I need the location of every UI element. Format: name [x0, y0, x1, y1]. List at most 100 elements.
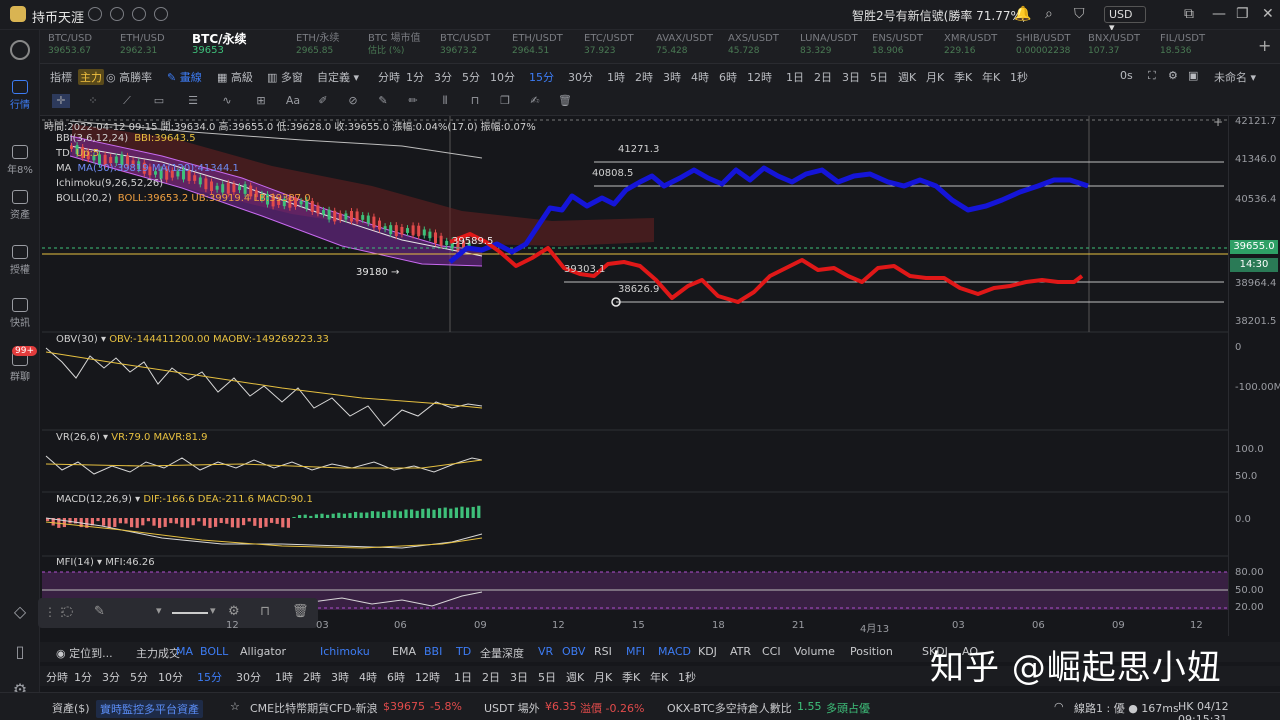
indicator-toggle-13[interactable]: MFI [626, 645, 645, 658]
toolbar-item-6[interactable]: 自定義 ▾ [317, 69, 359, 85]
trash-icon[interactable]: 🗑 [292, 604, 309, 619]
pattern-tool-icon[interactable]: ⊘ [344, 94, 362, 108]
hlines-tool-icon[interactable]: ☰ [184, 94, 202, 108]
indicator-toggle-1[interactable]: 主力成交 [136, 645, 180, 661]
toolbar-item-17[interactable]: 4時 [691, 69, 709, 85]
wave-tool-icon[interactable]: ∿ [218, 94, 236, 108]
timeframe-10[interactable]: 4時 [359, 669, 377, 685]
indicator-toggle-3[interactable]: BOLL [200, 645, 228, 658]
signal-notice[interactable]: 智胜2号有新信號(勝率 71.77%) [852, 7, 1027, 24]
brush-tool-icon[interactable]: ✐ [314, 94, 332, 108]
toolbar-item-2[interactable]: ◎ 高勝率 [106, 69, 152, 85]
timeframe-18[interactable]: 月K [594, 669, 612, 685]
indicator-toggle-6[interactable]: EMA [392, 645, 416, 658]
pencil-icon[interactable]: ✎ [94, 604, 105, 619]
rect-tool-icon[interactable]: ▭ [150, 94, 168, 108]
expand-icon[interactable]: ⛶ [1148, 69, 1156, 83]
indicator-toggle-2[interactable]: MA [176, 645, 193, 658]
timeframe-9[interactable]: 3時 [331, 669, 349, 685]
timeframe-1[interactable]: 1分 [74, 669, 92, 685]
lock-icon[interactable]: ⊓ [260, 604, 270, 619]
toolbar-item-1[interactable]: 主力 [78, 69, 104, 85]
timeframe-14[interactable]: 2日 [482, 669, 500, 685]
timeframe-0[interactable]: 分時 [46, 669, 68, 685]
line-status[interactable]: 線路1 : 優 ● 167ms [1074, 700, 1179, 716]
main-indicator-0[interactable]: BBI(3,6,12,24) BBI:39643.5 [56, 133, 311, 148]
measure-tool-icon[interactable]: ⊞ [252, 94, 270, 108]
layout-select[interactable]: 未命名 ▾ [1214, 69, 1256, 85]
indicator-toggle-19[interactable]: Position [850, 645, 893, 658]
main-indicator-4[interactable]: BOLL(20,2) BOLL:39653.2 UB:39919.4 LB:393… [56, 193, 311, 208]
gem-icon[interactable]: ◇ [0, 602, 40, 621]
refresh-logo-icon[interactable] [10, 40, 30, 60]
bars-tool-icon[interactable]: ⫴ [436, 94, 454, 108]
minimize-icon[interactable]: — [1212, 6, 1226, 22]
sidebar-item-2[interactable]: 资產 [0, 190, 40, 221]
macd-legend[interactable]: MACD(12,26,9) ▾ DIF:-166.6 DEA:-211.6 MA… [56, 494, 313, 505]
timeframe-6[interactable]: 30分 [236, 669, 261, 685]
snapshot-icon[interactable]: ▣ [1188, 69, 1198, 82]
toolbar-item-22[interactable]: 3日 [842, 69, 860, 85]
help-icon[interactable] [154, 7, 168, 21]
pen-tool-icon[interactable]: ✎ [374, 94, 392, 108]
indicator-toggle-4[interactable]: Alligator [240, 645, 286, 658]
tab-1[interactable]: ETH/USD 2962.31 [120, 33, 165, 61]
indicator-toggle-12[interactable]: RSI [594, 645, 612, 658]
shirt-icon[interactable]: ⛉ [1074, 6, 1085, 22]
toolbar-item-9[interactable]: 3分 [434, 69, 452, 85]
phone-icon[interactable]: ▯ [0, 642, 40, 661]
toolbar-item-21[interactable]: 2日 [814, 69, 832, 85]
tab-13[interactable]: SHIB/USDT 0.00002238 [1016, 33, 1071, 61]
marker-tool-icon[interactable]: ✏ [404, 94, 422, 108]
crosshair-tool-icon[interactable]: ✛ [52, 94, 70, 108]
add-plus-icon[interactable]: + [1213, 115, 1223, 129]
indicator-toggle-10[interactable]: VR [538, 645, 553, 658]
trendline-tool-icon[interactable]: ⟋ [118, 94, 136, 108]
indicator-toggle-16[interactable]: ATR [730, 645, 751, 658]
timeframe-21[interactable]: 1秒 [678, 669, 696, 685]
timeframe-17[interactable]: 週K [566, 669, 584, 685]
indicator-toggle-11[interactable]: OBV [562, 645, 585, 658]
toolbar-item-14[interactable]: 1時 [607, 69, 625, 85]
copy-tool-icon[interactable]: ❐ [496, 94, 514, 108]
timeframe-16[interactable]: 5日 [538, 669, 556, 685]
timeframe-8[interactable]: 2時 [303, 669, 321, 685]
toolbar-item-28[interactable]: 1秒 [1010, 69, 1028, 85]
timeframe-15[interactable]: 3日 [510, 669, 528, 685]
timeframe-19[interactable]: 季K [622, 669, 640, 685]
pin-icon[interactable] [88, 7, 102, 21]
timeframe-20[interactable]: 年K [650, 669, 668, 685]
line-style-icon[interactable] [172, 612, 208, 614]
toolbar-item-27[interactable]: 年K [982, 69, 1000, 85]
currency-select[interactable]: USD ▾ [1104, 6, 1146, 34]
tab-8[interactable]: AVAX/USDT 75.428 [656, 33, 713, 61]
toolbar-item-11[interactable]: 10分 [490, 69, 515, 85]
price-axis[interactable]: + 42121.7 41346.0 40536.4 38964.4 38201.5 0 -1… [1213, 115, 1280, 636]
tab-14[interactable]: BNX/USDT 107.37 [1088, 33, 1140, 61]
assets-label[interactable]: 資產($) [52, 700, 90, 716]
main-indicator-3[interactable]: Ichimoku(9,26,52,26) [56, 178, 311, 193]
tab-2[interactable]: BTC/永续 39653 [192, 33, 247, 61]
indicator-toggle-14[interactable]: MACD [658, 645, 691, 658]
timeframe-3[interactable]: 5分 [130, 669, 148, 685]
toolbar-item-23[interactable]: 5日 [870, 69, 888, 85]
timeframe-13[interactable]: 1日 [454, 669, 472, 685]
refresh-style-icon[interactable]: ◌ [62, 604, 73, 619]
tab-0[interactable]: BTC/USD 39653.67 [48, 33, 92, 61]
toolbar-item-16[interactable]: 3時 [663, 69, 681, 85]
settings-icon[interactable]: ⚙ [228, 604, 240, 619]
main-indicator-2[interactable]: MA MA(30):39819 MA(120):41344.1 [56, 163, 311, 178]
tab-12[interactable]: XMR/USDT 229.16 [944, 33, 997, 61]
timeframe-12[interactable]: 12時 [415, 669, 440, 685]
sidebar-item-0[interactable]: 行情 [0, 80, 40, 111]
indicator-toggle-5[interactable]: Ichimoku [320, 645, 370, 658]
timeframe-5[interactable]: 15分 [197, 669, 222, 685]
toolbar-item-0[interactable]: 指標 [50, 69, 72, 85]
timeframe-7[interactable]: 1時 [275, 669, 293, 685]
text-tool-icon[interactable]: Aa [284, 94, 302, 108]
toolbar-item-4[interactable]: ▦ 高級 [217, 69, 253, 85]
indicator-toggle-15[interactable]: KDJ [698, 645, 717, 658]
delete-tool-icon[interactable]: 🗑 [556, 94, 574, 108]
indicator-toggle-18[interactable]: Volume [794, 645, 835, 658]
toolbar-item-7[interactable]: 分時 [378, 69, 400, 85]
